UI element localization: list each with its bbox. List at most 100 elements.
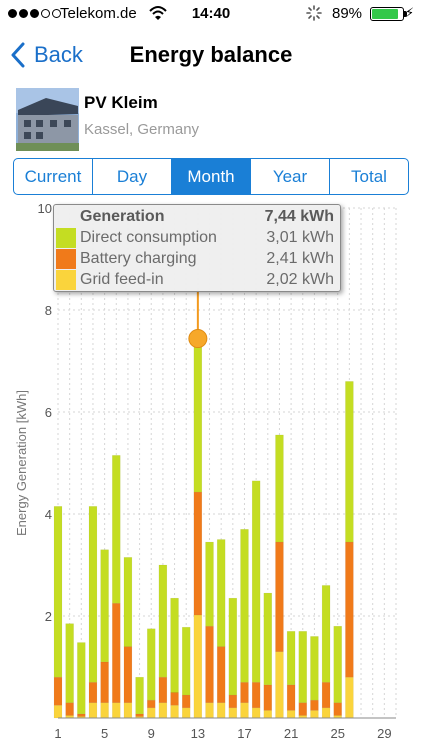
navigation-bar: Back Energy balance [0, 28, 422, 82]
bar-segment-direct [135, 676, 144, 715]
battery-percent: 89% [332, 5, 363, 22]
bar-segment-direct [65, 623, 74, 703]
bar-segment-battery [321, 682, 331, 709]
x-tick-label: 9 [148, 726, 155, 741]
status-bar: Telekom.de 14:40 89% ⚡ [0, 0, 422, 28]
bar-segment-direct [333, 625, 342, 703]
bar-segment-direct [263, 592, 273, 686]
tab-year[interactable]: Year [250, 159, 329, 194]
bar-segment-grid [181, 707, 191, 719]
bar-segment-direct [193, 338, 203, 493]
charging-bolt-icon: ⚡ [405, 5, 415, 20]
bar-segment-battery [123, 646, 133, 703]
bar-segment-battery [193, 491, 203, 616]
bar-segment-grid [275, 651, 284, 719]
bar-segment-grid [88, 702, 98, 719]
bar-segment-direct [205, 541, 214, 627]
x-tick-label: 29 [377, 726, 391, 741]
bar-segment-battery [158, 676, 168, 703]
bar-segment-battery [65, 702, 74, 716]
bar-segment-battery [216, 646, 226, 703]
bar-segment-direct [228, 597, 238, 696]
y-axis-label: Energy Generation [kWh] [14, 390, 29, 536]
tab-current[interactable]: Current [14, 159, 92, 194]
tooltip-row-label: Battery charging [80, 250, 197, 267]
bar-segment-grid [228, 707, 238, 719]
bar-segment-battery [181, 694, 191, 709]
grid-feed-in-swatch [56, 270, 76, 290]
bar-segment-direct [216, 539, 226, 647]
bar-segment-battery [275, 541, 284, 652]
bar-segment-direct [53, 506, 63, 678]
bar-segment-direct [275, 434, 284, 543]
bar-segment-battery [170, 692, 179, 706]
bar-segment-grid [100, 702, 109, 719]
bar-segment-battery [228, 694, 238, 709]
bar-segment-battery [333, 702, 342, 716]
bar-segment-grid [240, 702, 249, 719]
tab-total[interactable]: Total [329, 159, 408, 194]
bar-segment-battery [147, 699, 156, 709]
x-tick-label: 5 [101, 726, 108, 741]
bar-segment-grid [205, 702, 214, 719]
tab-month[interactable]: Month [171, 159, 250, 194]
bar-segment-grid [147, 707, 156, 719]
y-tick-label: 6 [45, 405, 52, 420]
bar-segment-grid [170, 705, 179, 719]
tooltip-row-value: 2,02 kWh [266, 271, 334, 288]
chart-bars [53, 290, 354, 719]
tooltip-row-grid-feed-in: Grid feed-in 2,02 kWh [54, 270, 342, 292]
tooltip-row-label: Direct consumption [80, 229, 217, 246]
bar-segment-direct [181, 626, 191, 696]
plant-header: PV Kleim Kassel, Germany [16, 88, 416, 152]
tooltip-row-battery-charging: Battery charging 2,41 kWh [54, 249, 342, 271]
tooltip-row-value: 2,41 kWh [266, 250, 334, 267]
bar-segment-direct [100, 549, 109, 663]
bar-segment-direct [77, 642, 86, 715]
x-tick-label: 21 [284, 726, 298, 741]
bar-segment-battery [310, 699, 319, 711]
direct-consumption-swatch [56, 228, 76, 248]
bar-segment-battery [205, 625, 214, 703]
bar-segment-battery [88, 682, 98, 703]
bar-segment-direct [286, 631, 296, 686]
bar-segment-direct [88, 506, 98, 683]
bar-segment-grid [193, 614, 203, 719]
tooltip-header: Generation 7,44 kWh [54, 207, 342, 229]
plant-photo [16, 88, 79, 151]
bar-segment-grid [53, 705, 63, 719]
x-tick-label: 17 [237, 726, 251, 741]
bar-segment-grid [251, 707, 261, 719]
bar-segment-grid [158, 702, 168, 719]
x-tick-label: 1 [54, 726, 61, 741]
battery-icon [370, 7, 407, 21]
bar-segment-grid [345, 676, 354, 719]
plant-location: Kassel, Germany [84, 121, 200, 138]
tooltip-header-label: Generation [80, 208, 165, 225]
bar-segment-direct [240, 529, 249, 683]
x-tick-label: 25 [330, 726, 344, 741]
bar-segment-grid [310, 710, 319, 719]
tooltip-row-value: 3,01 kWh [266, 229, 334, 246]
x-tick-label: 13 [191, 726, 205, 741]
battery-charging-swatch [56, 249, 76, 269]
y-tick-label: 2 [45, 609, 52, 624]
bar-segment-battery [53, 676, 63, 706]
bar-segment-battery [112, 603, 121, 703]
tab-day[interactable]: Day [92, 159, 171, 194]
bar-segment-direct [345, 381, 354, 543]
bar-segment-grid [263, 710, 273, 719]
bar-segment-direct [158, 564, 168, 678]
y-tick-label: 10 [38, 201, 52, 216]
bar-segment-direct [123, 557, 133, 647]
bar-segment-battery [345, 541, 354, 678]
bar-segment-direct [147, 628, 156, 701]
bar-segment-direct [321, 585, 331, 683]
page-title: Energy balance [129, 42, 293, 67]
bar-segment-grid [216, 702, 226, 719]
highlight-marker [188, 329, 208, 349]
bar-segment-battery [135, 713, 144, 717]
bar-segment-battery [298, 702, 307, 716]
plant-name: PV Kleim [84, 93, 158, 112]
bar-segment-grid [286, 710, 296, 719]
